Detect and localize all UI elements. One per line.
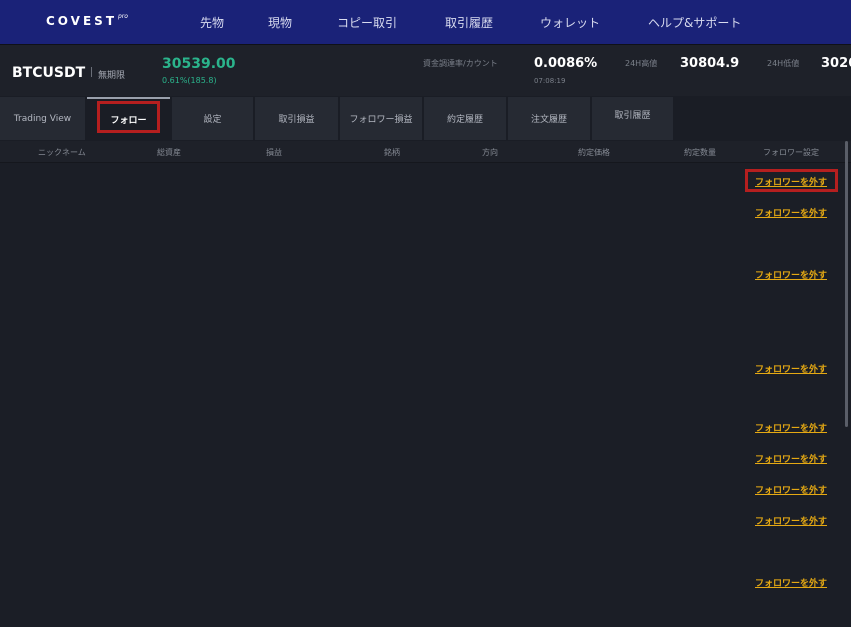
tab-trade-pnl[interactable]: 取引損益 bbox=[255, 97, 338, 140]
unfollow-link[interactable]: フォロワーを外す bbox=[755, 483, 827, 496]
price-change: 0.61%(185.8) bbox=[162, 76, 217, 85]
column-header-nickname: ニックネーム bbox=[38, 148, 86, 157]
nav-wallet[interactable]: ウォレット bbox=[540, 14, 600, 31]
unfollow-link[interactable]: フォロワーを外す bbox=[755, 268, 827, 281]
follower-table-body bbox=[0, 163, 851, 627]
column-header-fill-quantity: 約定数量 bbox=[684, 148, 716, 157]
tab-trading-view[interactable]: Trading View bbox=[0, 97, 85, 140]
column-header-follower-settings: フォロワー設定 bbox=[763, 148, 819, 157]
tab-settings[interactable]: 設定 bbox=[172, 97, 253, 140]
table-header: ニックネーム 総資産 損益 銘柄 方向 約定価格 約定数量 フォロワー設定 bbox=[0, 141, 851, 163]
covest-logo[interactable]: COVEST pro bbox=[46, 13, 128, 28]
funding-countdown: 07:08:19 bbox=[534, 77, 566, 85]
column-header-direction: 方向 bbox=[482, 148, 498, 157]
unfollow-link[interactable]: フォロワーを外す bbox=[755, 514, 827, 527]
symbol-name[interactable]: BTCUSDT bbox=[12, 65, 85, 81]
contract-type: 無期限 bbox=[98, 71, 126, 81]
funding-rate-value: 0.0086% bbox=[534, 56, 598, 71]
funding-rate-label: 資金調達率/カウント bbox=[423, 59, 498, 68]
top-nav: COVEST pro 先物 現物 コピー取引 取引履歴 ウォレット ヘルプ&サポ… bbox=[0, 0, 851, 44]
nav-spot[interactable]: 現物 bbox=[268, 14, 292, 31]
unfollow-link[interactable]: フォロワーを外す bbox=[755, 421, 827, 434]
logo-sup: pro bbox=[118, 13, 128, 20]
ticker-bar: BTCUSDT 無期限 30539.00 0.61%(185.8) 資金調達率/… bbox=[0, 44, 851, 96]
nav-help-support[interactable]: ヘルプ&サポート bbox=[648, 14, 741, 31]
logo-text: COVEST bbox=[46, 14, 117, 28]
column-header-pnl: 損益 bbox=[266, 148, 282, 157]
high-24h-label: 24H高値 bbox=[625, 59, 658, 68]
low-24h-value: 3026 bbox=[821, 56, 851, 71]
tab-follower-pnl[interactable]: フォロワー損益 bbox=[340, 97, 422, 140]
table-scrollbar[interactable] bbox=[845, 141, 848, 427]
unfollow-link[interactable]: フォロワーを外す bbox=[755, 175, 827, 188]
column-header-symbol: 銘柄 bbox=[384, 148, 400, 157]
panel-tabs: Trading View フォロー 設定 取引損益 フォロワー損益 約定履歴 注… bbox=[0, 96, 851, 141]
column-header-total-assets: 総資産 bbox=[157, 148, 181, 157]
tab-trading-history[interactable]: 取引履歴 bbox=[592, 97, 673, 140]
column-header-fill-price: 約定価格 bbox=[578, 148, 610, 157]
unfollow-link[interactable]: フォロワーを外す bbox=[755, 362, 827, 375]
symbol-divider bbox=[91, 67, 92, 77]
nav-copy-trading[interactable]: コピー取引 bbox=[337, 14, 397, 31]
low-24h-label: 24H低値 bbox=[767, 59, 800, 68]
tab-fill-history[interactable]: 約定履歴 bbox=[424, 97, 506, 140]
tab-follow[interactable]: フォロー bbox=[87, 97, 170, 140]
unfollow-link[interactable]: フォロワーを外す bbox=[755, 576, 827, 589]
tab-order-history[interactable]: 注文履歴 bbox=[508, 97, 590, 140]
high-24h-value: 30804.9 bbox=[680, 56, 740, 71]
nav-trade-history[interactable]: 取引履歴 bbox=[445, 14, 493, 31]
unfollow-link[interactable]: フォロワーを外す bbox=[755, 206, 827, 219]
nav-futures[interactable]: 先物 bbox=[200, 14, 224, 31]
unfollow-link[interactable]: フォロワーを外す bbox=[755, 452, 827, 465]
last-price: 30539.00 bbox=[162, 56, 236, 72]
